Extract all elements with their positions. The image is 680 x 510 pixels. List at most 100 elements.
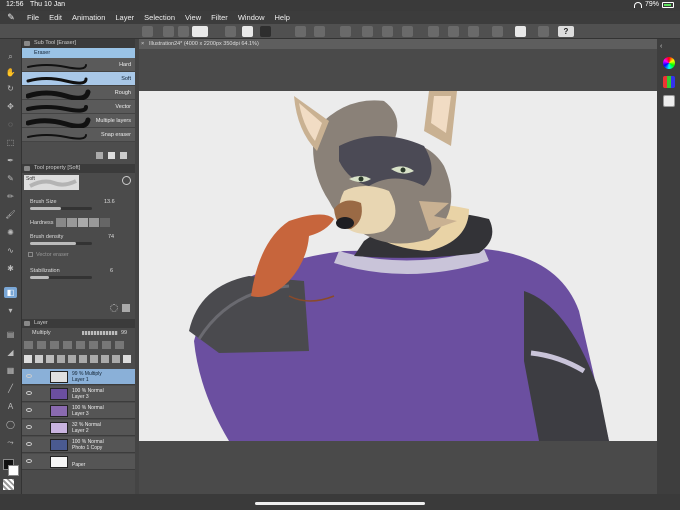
menu-edit[interactable]: Edit xyxy=(44,13,67,22)
search-icon[interactable] xyxy=(122,176,131,185)
menu-animation[interactable]: Animation xyxy=(67,13,110,22)
ruler-snap-icon[interactable] xyxy=(515,26,526,37)
transfer-down-icon[interactable] xyxy=(57,355,65,363)
grid-menu-icon[interactable] xyxy=(142,26,153,37)
correct-line-tool-icon[interactable]: ⤳ xyxy=(4,437,17,448)
navigator-icon[interactable] xyxy=(663,95,675,107)
brush-item[interactable]: Soft xyxy=(22,72,135,86)
lasso-tool-icon[interactable]: ◌ xyxy=(4,119,17,130)
app-logo-icon[interactable]: ✎ xyxy=(0,12,22,23)
eye-icon[interactable] xyxy=(26,408,32,412)
delete-layer-icon[interactable] xyxy=(123,355,131,363)
undo-icon[interactable] xyxy=(295,26,306,37)
pen-tool-icon[interactable]: ✎ xyxy=(4,173,17,184)
duplicate-subtool-icon[interactable] xyxy=(96,152,103,159)
fill-icon[interactable] xyxy=(382,26,393,37)
brush-item[interactable]: Hard xyxy=(22,58,135,72)
zoom-tool-icon[interactable]: ⌕ xyxy=(4,51,17,62)
decoration-tool-icon[interactable]: ✱ xyxy=(4,263,17,274)
view-toggle-icon[interactable] xyxy=(192,26,208,37)
transform-icon[interactable] xyxy=(402,26,413,37)
invert-selection-icon[interactable] xyxy=(468,26,479,37)
frame-tool-icon[interactable]: ▦ xyxy=(4,365,17,376)
brush-size-slider[interactable] xyxy=(30,207,92,210)
redo-icon[interactable] xyxy=(314,26,325,37)
layer-mask-icon[interactable] xyxy=(79,355,87,363)
show-selection-icon[interactable] xyxy=(492,26,503,37)
brush-item[interactable]: Rough xyxy=(22,86,135,100)
layer-row[interactable]: Paper xyxy=(22,454,135,470)
eye-icon[interactable] xyxy=(26,459,32,463)
text-tool-icon[interactable]: A xyxy=(4,401,17,412)
tool-settings-icon[interactable] xyxy=(122,304,130,312)
transparent-color-swatch[interactable] xyxy=(3,479,14,490)
vector-eraser-checkbox[interactable] xyxy=(28,252,33,257)
sub-color-swatch[interactable] xyxy=(8,465,19,476)
gradient-tool-icon[interactable]: ▤ xyxy=(4,329,17,340)
home-indicator[interactable] xyxy=(255,502,425,505)
blend-tool-icon[interactable]: ∿ xyxy=(4,245,17,256)
eye-icon[interactable] xyxy=(26,374,32,378)
new-vector-layer-icon[interactable] xyxy=(35,355,43,363)
palette-color-icon[interactable] xyxy=(115,341,124,349)
ruler-link-icon[interactable] xyxy=(102,341,111,349)
eye-icon[interactable] xyxy=(26,425,32,429)
color-icon[interactable] xyxy=(260,26,271,37)
balloon-tool-icon[interactable]: ◯ xyxy=(4,419,17,430)
fill-tool-icon[interactable]: ▾ xyxy=(4,305,17,316)
sub-tool-tab-eraser[interactable]: Eraser xyxy=(22,48,135,58)
menu-window[interactable]: Window xyxy=(233,13,270,22)
lock-transparent-icon[interactable] xyxy=(76,341,85,349)
clear-selection-icon[interactable] xyxy=(362,26,373,37)
deselect-icon[interactable] xyxy=(428,26,439,37)
lock-icon[interactable] xyxy=(63,341,72,349)
menu-layer[interactable]: Layer xyxy=(110,13,139,22)
new-raster-layer-icon[interactable] xyxy=(24,355,32,363)
select-tool-icon[interactable]: ⬚ xyxy=(4,137,17,148)
close-tab-icon[interactable]: × xyxy=(141,39,144,49)
move-tool-icon[interactable]: ✥ xyxy=(4,101,17,112)
blend-mode-select[interactable]: Multiply xyxy=(32,330,51,336)
brush-tool-icon[interactable]: 🖌 xyxy=(4,209,17,220)
eraser-tool-icon[interactable]: ◧ xyxy=(4,287,17,298)
brush-item[interactable]: Snap eraser xyxy=(22,128,135,142)
brush-item[interactable]: Multiple layers xyxy=(22,114,135,128)
help-icon[interactable]: ? xyxy=(558,26,574,37)
stabilization-slider[interactable] xyxy=(30,276,92,279)
airbrush-tool-icon[interactable]: ✺ xyxy=(4,227,17,238)
eye-icon[interactable] xyxy=(26,442,32,446)
menu-help[interactable]: Help xyxy=(270,13,295,22)
document-tab[interactable]: × Illustration24* (4000 x 2200px 350dpi … xyxy=(139,39,657,49)
layer-row[interactable]: 100 % Normal Photo 1 Copy xyxy=(22,437,135,453)
draft-icon[interactable] xyxy=(50,341,59,349)
reference-icon[interactable] xyxy=(37,341,46,349)
menu-filter[interactable]: Filter xyxy=(206,13,233,22)
pencil-tool-icon[interactable]: ✏ xyxy=(4,191,17,202)
more-icon[interactable] xyxy=(112,355,120,363)
layer-row[interactable]: 100 % Normal Layer 3 xyxy=(22,403,135,419)
layer-row[interactable]: 100 % Normal Layer 3 xyxy=(22,386,135,402)
menu-view[interactable]: View xyxy=(180,13,206,22)
figure-tool-icon[interactable]: ◢ xyxy=(4,347,17,358)
menu-file[interactable]: File xyxy=(22,13,44,22)
brush-item[interactable]: Vector xyxy=(22,100,135,114)
hand-tool-icon[interactable]: ✋ xyxy=(4,67,17,78)
menu-selection[interactable]: Selection xyxy=(139,13,180,22)
loading-icon[interactable] xyxy=(340,26,351,37)
settings-icon[interactable] xyxy=(110,304,118,312)
layer-row[interactable]: 32 % Normal Layer 2 xyxy=(22,420,135,436)
mask-icon[interactable] xyxy=(89,341,98,349)
color-set-icon[interactable] xyxy=(663,76,675,88)
new-subtool-icon[interactable] xyxy=(108,152,115,159)
opacity-slider[interactable] xyxy=(82,331,118,335)
eye-icon[interactable] xyxy=(26,391,32,395)
rotate-tool-icon[interactable]: ↻ xyxy=(4,83,17,94)
collapse-right-icon[interactable]: ‹ xyxy=(660,43,662,50)
brush-density-slider[interactable] xyxy=(30,242,92,245)
ruler-tool-icon[interactable]: ╱ xyxy=(4,383,17,394)
layer-row[interactable]: 99 % Multiply Layer 1 xyxy=(22,369,135,385)
eyedropper-tool-icon[interactable]: ✒ xyxy=(4,155,17,166)
layer-property-icon[interactable] xyxy=(101,355,109,363)
new-folder-icon[interactable] xyxy=(46,355,54,363)
new-file-icon[interactable] xyxy=(163,26,174,37)
